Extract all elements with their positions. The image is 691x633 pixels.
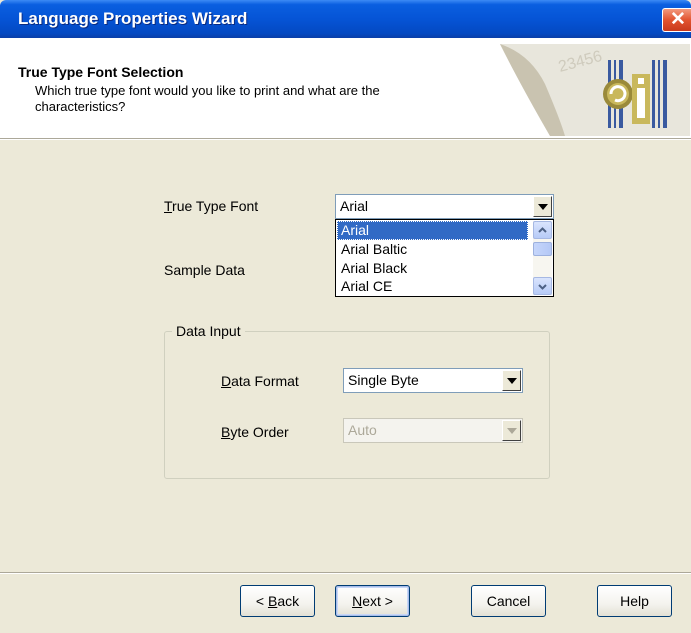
data-input-group bbox=[164, 331, 550, 479]
page-subtitle: Which true type font would you like to p… bbox=[35, 83, 380, 114]
scroll-down-button[interactable] bbox=[533, 277, 552, 295]
chevron-down-icon bbox=[538, 204, 548, 210]
data-format-value: Single Byte bbox=[348, 372, 419, 388]
byte-order-select: Auto bbox=[343, 418, 523, 443]
cancel-button[interactable]: Cancel bbox=[471, 585, 546, 617]
back-button[interactable]: < Back bbox=[240, 585, 315, 617]
list-item[interactable]: Arial Black bbox=[337, 259, 528, 278]
list-item[interactable]: Arial bbox=[337, 221, 528, 240]
title-bar[interactable]: Language Properties Wizard ✕ bbox=[0, 0, 691, 38]
data-input-group-label: Data Input bbox=[172, 323, 245, 339]
scroll-thumb[interactable] bbox=[533, 242, 552, 256]
chevron-down-icon bbox=[507, 378, 517, 384]
font-list[interactable]: Arial Arial Baltic Arial Black Arial CE bbox=[335, 219, 554, 297]
close-icon: ✕ bbox=[670, 9, 686, 30]
chevron-down-icon bbox=[538, 284, 547, 290]
chevron-up-icon bbox=[538, 227, 547, 233]
font-select[interactable]: Arial bbox=[335, 194, 554, 219]
chevron-down-icon bbox=[507, 428, 517, 434]
font-dropdown-button[interactable] bbox=[533, 196, 552, 217]
data-format-label: Data Format bbox=[221, 373, 299, 389]
sample-data-label: Sample Data bbox=[164, 262, 245, 278]
font-select-value: Arial bbox=[340, 198, 369, 214]
wizard-art-icon: 23456 bbox=[500, 44, 690, 136]
next-button[interactable]: Next > bbox=[335, 585, 410, 617]
font-label: True Type Font bbox=[164, 198, 259, 214]
scroll-up-button[interactable] bbox=[533, 221, 552, 239]
list-item[interactable]: Arial CE bbox=[337, 277, 528, 296]
data-format-select[interactable]: Single Byte bbox=[343, 368, 523, 393]
list-item[interactable]: Arial Baltic bbox=[337, 240, 528, 259]
font-list-scrollbar[interactable] bbox=[533, 221, 552, 295]
close-button[interactable]: ✕ bbox=[662, 8, 691, 32]
help-button[interactable]: Help bbox=[597, 585, 672, 617]
byte-order-dropdown-button bbox=[502, 420, 521, 441]
window-title: Language Properties Wizard bbox=[18, 9, 248, 28]
byte-order-label: Byte Order bbox=[221, 424, 289, 440]
data-format-dropdown-button[interactable] bbox=[502, 370, 521, 391]
byte-order-value: Auto bbox=[348, 422, 377, 438]
page-title: True Type Font Selection bbox=[18, 64, 184, 80]
